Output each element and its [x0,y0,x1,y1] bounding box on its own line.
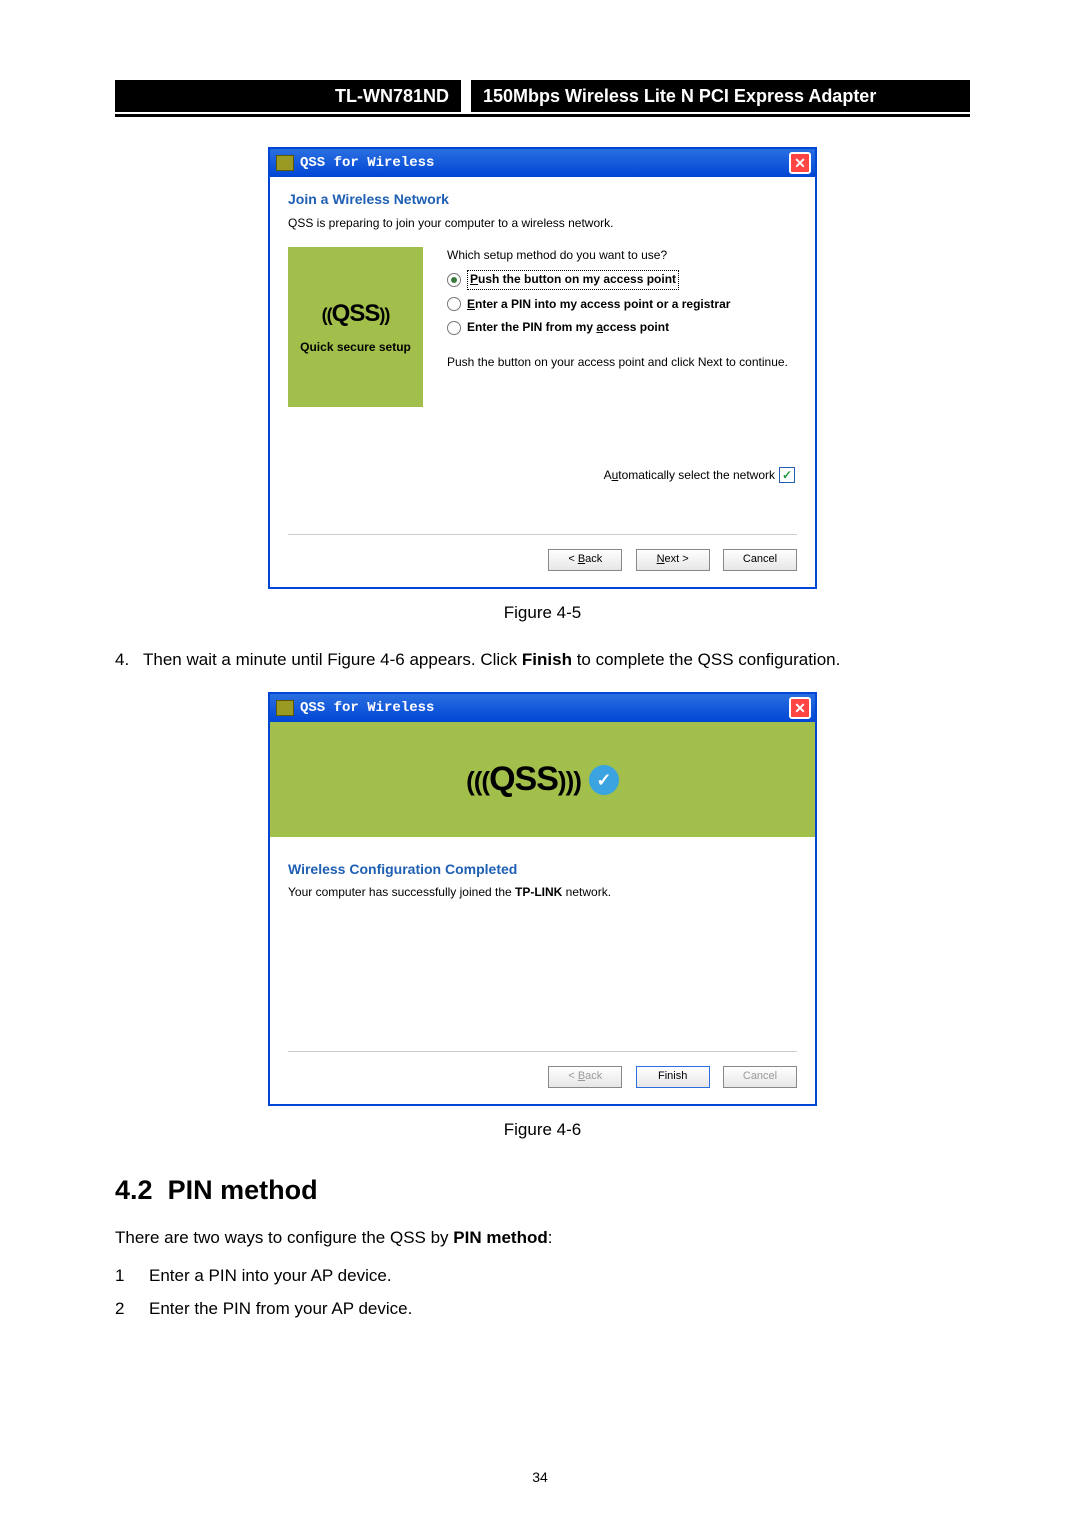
header-bar: TL-WN781ND 150Mbps Wireless Lite N PCI E… [115,80,970,117]
qss-complete-banner: (((QSS))) ✓ [270,722,815,837]
checkmark-icon: ✓ [589,765,619,795]
qss-dialog-1: QSS for Wireless ✕ Join a Wireless Netwo… [268,147,817,589]
finish-button[interactable]: Finish [636,1066,710,1088]
title-bar: QSS for Wireless ✕ [270,149,815,177]
cancel-button[interactable]: Cancel [723,549,797,571]
section-heading: 4.2 PIN method [115,1171,970,1210]
model-label: TL-WN781ND [115,80,461,112]
list-item-2: 2Enter the PIN from your AP device. [115,1297,970,1322]
qss-logo-panel: ((QSS)) Quick secure setup [288,247,423,407]
radio-label-2: Enter a PIN into my access point or a re… [467,296,730,313]
radio-label-3: Enter the PIN from my access point [467,319,669,336]
section-intro: There are two ways to configure the QSS … [115,1226,970,1251]
radio-enter-pin-from-ap[interactable] [447,321,461,335]
app-icon [276,155,294,171]
close-icon[interactable]: ✕ [789,152,811,174]
page-number: 34 [0,1467,1080,1487]
auto-select-label: Automatically select the network [604,467,775,484]
dialog-subtext: QSS is preparing to join your computer t… [288,215,797,232]
logo-caption: Quick secure setup [300,339,411,356]
auto-select-checkbox[interactable]: ✓ [779,467,795,483]
app-icon [276,700,294,716]
radio-label-1: Push the button on my access point [467,270,679,289]
product-label: 150Mbps Wireless Lite N PCI Express Adap… [471,80,970,112]
back-button[interactable]: < Back [548,549,622,571]
dialog-title: QSS for Wireless [300,698,434,718]
dialog-heading: Join a Wireless Network [288,189,797,209]
dialog-title: QSS for Wireless [300,153,434,173]
title-bar: QSS for Wireless ✕ [270,694,815,722]
step-number: 4. [115,648,143,673]
figure-caption-2: Figure 4-6 [115,1118,970,1143]
next-button[interactable]: Next > [636,549,710,571]
instruction-text: Push the button on your access point and… [447,354,797,371]
complete-message: Your computer has successfully joined th… [288,884,797,901]
radio-enter-pin-ap[interactable] [447,297,461,311]
figure-caption-1: Figure 4-5 [115,601,970,626]
cancel-button: Cancel [723,1066,797,1088]
step-4: 4. Then wait a minute until Figure 4-6 a… [115,648,970,673]
list-item-1: 1Enter a PIN into your AP device. [115,1264,970,1289]
radio-push-button[interactable] [447,273,461,287]
close-icon[interactable]: ✕ [789,697,811,719]
complete-heading: Wireless Configuration Completed [288,859,797,879]
setup-prompt: Which setup method do you want to use? [447,247,797,264]
back-button: < Back [548,1066,622,1088]
qss-dialog-2: QSS for Wireless ✕ (((QSS))) ✓ Wireless … [268,692,817,1106]
